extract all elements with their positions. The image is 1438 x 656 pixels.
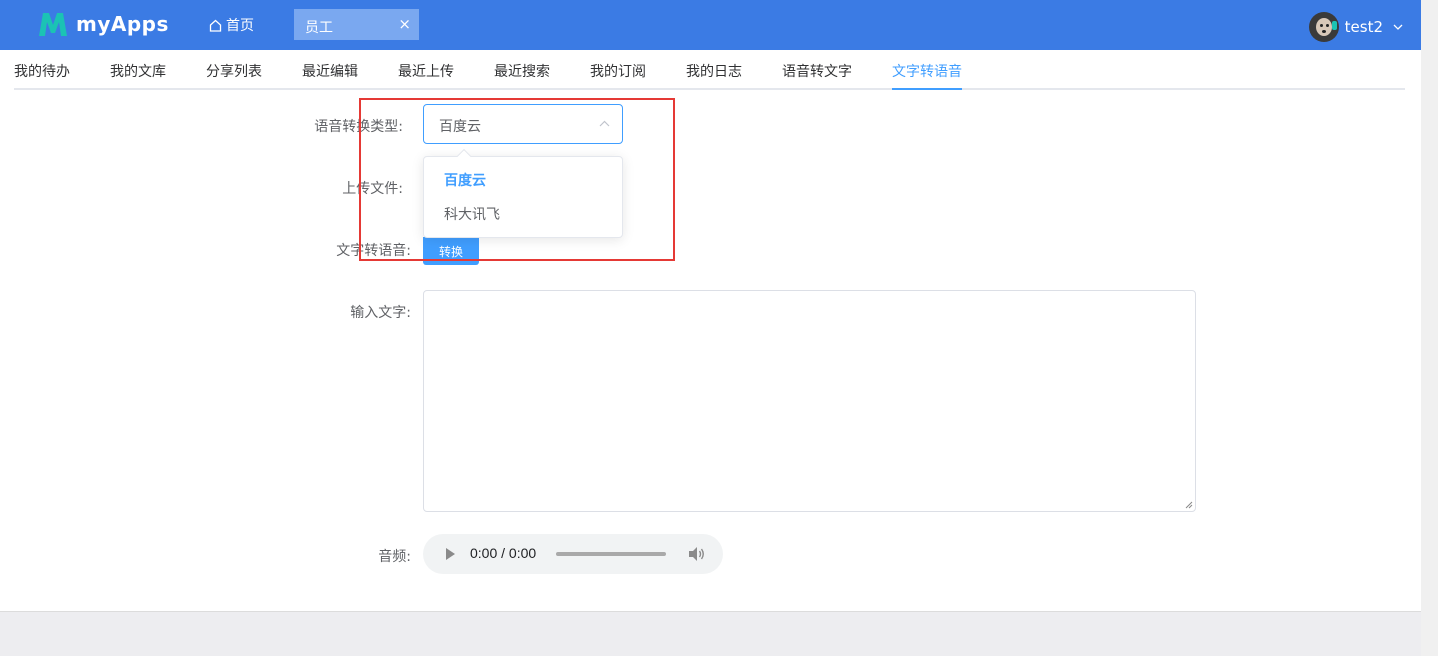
- open-tab-employee[interactable]: 员工 ×: [294, 9, 419, 40]
- input-label: 输入文字:: [350, 305, 411, 321]
- text-input-area[interactable]: [423, 290, 1196, 512]
- close-icon[interactable]: ×: [398, 15, 411, 33]
- footer: [0, 611, 1421, 656]
- play-icon[interactable]: [445, 547, 456, 561]
- audio-label: 音频:: [378, 549, 411, 565]
- tab-recent-upload[interactable]: 最近上传: [398, 61, 454, 81]
- home-label: 首页: [226, 18, 254, 34]
- username: test2: [1344, 18, 1383, 36]
- tab-share-list[interactable]: 分享列表: [206, 61, 262, 81]
- audio-player: 0:00 / 0:00: [423, 534, 723, 574]
- annotation-highlight-box: [359, 98, 675, 261]
- user-menu[interactable]: test2: [1308, 12, 1403, 42]
- resize-handle-icon[interactable]: [1185, 501, 1193, 509]
- tab-my-subscriptions[interactable]: 我的订阅: [590, 61, 646, 81]
- home-link[interactable]: 首页: [209, 15, 254, 35]
- tab-bar: 我的待办 我的文库 分享列表 最近编辑 最近上传 最近搜索 我的订阅 我的日志 …: [14, 50, 1405, 90]
- audio-progress-bar[interactable]: [556, 552, 666, 556]
- top-bar: myApps 首页 员工 × test2: [0, 0, 1421, 50]
- tab-my-library[interactable]: 我的文库: [110, 61, 166, 81]
- logo-m-icon: [39, 13, 67, 36]
- avatar: [1308, 12, 1339, 42]
- volume-icon[interactable]: [688, 546, 706, 562]
- tab-speech-to-text[interactable]: 语音转文字: [782, 61, 852, 81]
- chevron-down-icon: [1393, 24, 1403, 30]
- scrollbar-track[interactable]: [1421, 0, 1438, 656]
- app-name: myApps: [76, 12, 169, 36]
- app-logo[interactable]: myApps: [38, 11, 169, 37]
- audio-time: 0:00 / 0:00: [470, 545, 537, 561]
- page: myApps 首页 员工 × test2 我的待办 我的文库 分享列表 最近编辑: [0, 0, 1438, 656]
- tab-recent-search[interactable]: 最近搜索: [494, 61, 550, 81]
- tab-my-log[interactable]: 我的日志: [686, 61, 742, 81]
- home-icon: [209, 19, 222, 32]
- open-tab-label: 员工: [305, 20, 333, 36]
- tab-text-to-speech[interactable]: 文字转语音: [892, 61, 962, 90]
- tab-recent-edit[interactable]: 最近编辑: [302, 61, 358, 81]
- tab-my-todo[interactable]: 我的待办: [14, 61, 70, 81]
